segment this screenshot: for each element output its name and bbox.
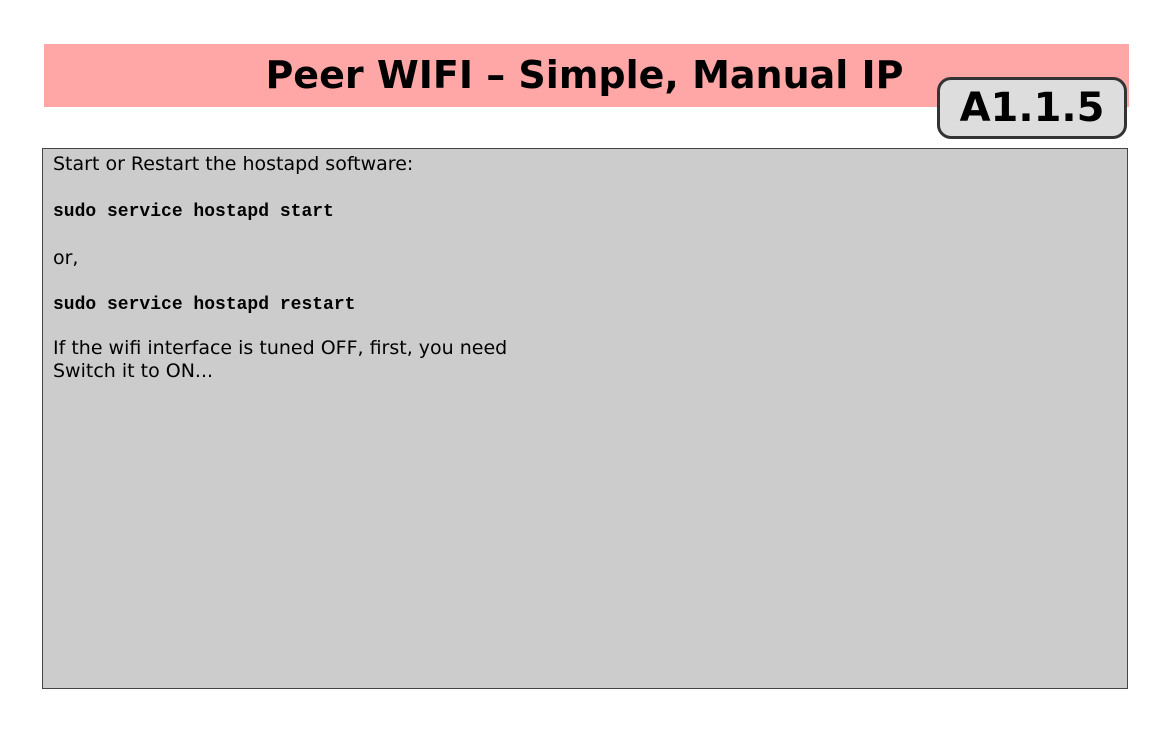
command-start: sudo service hostapd start — [53, 202, 334, 222]
note-line-1: If the wifi interface is tuned OFF, firs… — [53, 337, 508, 359]
command-restart: sudo service hostapd restart — [53, 295, 356, 315]
content-box: Start or Restart the hostapd software: s… — [42, 148, 1128, 689]
slide-number-badge: A1.1.5 — [937, 77, 1127, 139]
note-line-2: Switch it to ON... — [53, 360, 214, 382]
intro-text: Start or Restart the hostapd software: — [53, 153, 414, 175]
or-text: or, — [53, 247, 79, 269]
